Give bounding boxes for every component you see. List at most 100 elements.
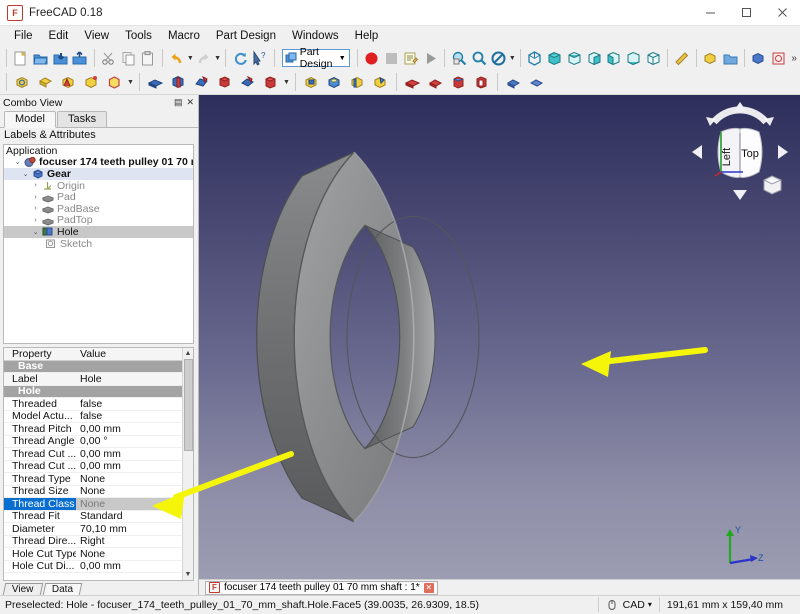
copy-icon[interactable] — [119, 48, 137, 69]
save-document-icon[interactable] — [51, 48, 69, 69]
property-row-thread-cut-offset[interactable]: Thread Cut ... 0,00 mm — [4, 448, 193, 461]
open-document-icon[interactable] — [32, 48, 50, 69]
minimize-button[interactable] — [692, 0, 728, 26]
property-value[interactable]: 70,10 mm — [76, 523, 193, 535]
tab-model[interactable]: Model — [4, 111, 56, 128]
property-value[interactable]: None — [76, 473, 193, 485]
create-body-icon[interactable] — [750, 48, 768, 69]
left-view-icon[interactable] — [644, 48, 662, 69]
workbench-selector[interactable]: Part Design ▼ — [281, 46, 350, 70]
property-row-model-actual[interactable]: Model Actu... false — [4, 410, 193, 423]
pad-icon[interactable] — [145, 72, 166, 93]
sketch-yellow-1-icon[interactable] — [12, 72, 33, 93]
property-scrollbar[interactable]: ▲ ▼ — [182, 348, 193, 580]
sketch-dropdown-icon[interactable]: ▼ — [126, 72, 135, 92]
property-row-hole-cut-type[interactable]: Hole Cut Type None — [4, 548, 193, 561]
new-document-icon[interactable] — [12, 48, 30, 69]
linear-pattern-icon[interactable] — [526, 72, 547, 93]
property-row-thread-class[interactable]: Thread Class None — [4, 497, 193, 511]
property-value[interactable]: None — [76, 498, 193, 510]
tab-view[interactable]: View — [2, 583, 43, 595]
property-row-thread-cut-depth[interactable]: Thread Cut ... 0,00 mm — [4, 460, 193, 473]
property-row-label[interactable]: Label Hole — [4, 373, 193, 386]
cut-icon[interactable] — [100, 48, 118, 69]
property-value[interactable]: None — [76, 548, 193, 560]
additive-pipe-icon[interactable] — [214, 72, 235, 93]
tree-item-document[interactable]: ⌄ focuser 174 teeth pulley 01 70 mm shaf… — [4, 156, 193, 168]
property-row-diameter[interactable]: Diameter 70,10 mm — [4, 523, 193, 536]
property-value[interactable]: false — [76, 398, 193, 410]
document-tab[interactable]: F focuser 174 teeth pulley 01 70 mm shaf… — [205, 580, 438, 595]
sketch-yellow-3-icon[interactable] — [58, 72, 79, 93]
fillet-icon[interactable] — [402, 72, 423, 93]
tab-tasks[interactable]: Tasks — [56, 111, 108, 127]
scroll-up-icon[interactable]: ▲ — [183, 348, 194, 359]
tree-item-pad[interactable]: › Pad — [4, 191, 193, 203]
property-row-thread-pitch[interactable]: Thread Pitch 0,00 mm — [4, 423, 193, 436]
whats-this-icon[interactable]: ? — [251, 48, 269, 69]
property-value[interactable]: None — [76, 485, 193, 497]
close-icon[interactable]: ✕ — [423, 582, 434, 593]
chevron-right-icon[interactable]: › — [30, 217, 41, 224]
bottom-view-icon[interactable] — [625, 48, 643, 69]
draft-icon[interactable] — [448, 72, 469, 93]
rear-view-icon[interactable] — [605, 48, 623, 69]
macro-edit-icon[interactable] — [402, 48, 420, 69]
undock-icon[interactable]: ▤ — [174, 97, 183, 108]
property-editor[interactable]: Property Value Base Label Hole Hole Thre… — [3, 347, 194, 581]
additive-loft-icon[interactable] — [191, 72, 212, 93]
property-row-thread-fit[interactable]: Thread Fit Standard — [4, 510, 193, 523]
maximize-button[interactable] — [728, 0, 764, 26]
front-view-icon[interactable] — [546, 48, 564, 69]
paste-icon[interactable] — [139, 48, 157, 69]
right-view-icon[interactable] — [585, 48, 603, 69]
axonometric-icon[interactable] — [526, 48, 544, 69]
property-row-hole-cut-diameter[interactable]: Hole Cut Di... 0,00 mm — [4, 560, 193, 573]
chevron-down-icon[interactable]: ⌄ — [30, 228, 41, 236]
chevron-right-icon[interactable]: › — [30, 182, 41, 189]
scrollbar-thumb[interactable] — [183, 359, 193, 451]
thickness-icon[interactable] — [471, 72, 492, 93]
property-row-thread-direction[interactable]: Thread Dire... Right — [4, 535, 193, 548]
tree-item-padbase[interactable]: › PadBase — [4, 203, 193, 215]
menu-windows[interactable]: Windows — [284, 28, 347, 44]
revolution-icon[interactable] — [168, 72, 189, 93]
hole-icon[interactable] — [324, 72, 345, 93]
tree-item-padtop[interactable]: › PadTop — [4, 214, 193, 226]
menu-part-design[interactable]: Part Design — [208, 28, 284, 44]
navigation-cube[interactable]: Left Top — [688, 100, 792, 204]
3d-viewport[interactable]: Left Top Y Z — [199, 95, 800, 579]
property-value[interactable]: 0,00 ° — [76, 435, 193, 447]
chevron-down-icon[interactable]: ⌄ — [20, 170, 31, 178]
undo-icon[interactable] — [168, 48, 186, 69]
menu-help[interactable]: Help — [347, 28, 387, 44]
macro-stop-icon[interactable] — [382, 48, 400, 69]
menu-edit[interactable]: Edit — [41, 28, 77, 44]
sketch-yellow-2-icon[interactable] — [35, 72, 56, 93]
property-value[interactable]: 0,00 mm — [76, 423, 193, 435]
close-button[interactable] — [764, 0, 800, 26]
pocket-icon[interactable] — [301, 72, 322, 93]
property-value[interactable]: false — [76, 410, 193, 422]
save-as-icon[interactable] — [71, 48, 89, 69]
zoom-box-icon[interactable] — [470, 48, 488, 69]
hole-bore-face[interactable] — [364, 224, 436, 450]
property-row-thread-angle[interactable]: Thread Angle 0,00 ° — [4, 435, 193, 448]
macro-execute-icon[interactable] — [422, 48, 440, 69]
property-value[interactable]: 0,00 mm — [76, 448, 193, 460]
measure-icon[interactable] — [673, 48, 691, 69]
group-folder-icon[interactable] — [721, 48, 739, 69]
sketch-yellow-4-icon[interactable] — [81, 72, 102, 93]
tree-item-application[interactable]: Application — [4, 145, 193, 157]
tree-item-hole[interactable]: ⌄ Hole — [4, 226, 193, 238]
menu-view[interactable]: View — [76, 28, 117, 44]
tree-item-gear[interactable]: ⌄ Gear — [4, 168, 193, 180]
scroll-down-icon[interactable]: ▼ — [183, 569, 194, 580]
draw-style-dropdown-icon[interactable]: ▼ — [509, 48, 517, 68]
chevron-down-icon[interactable]: ⌄ — [12, 158, 23, 166]
additive-helix-icon[interactable] — [237, 72, 258, 93]
chevron-down-icon[interactable]: ▾ — [648, 600, 652, 609]
menu-tools[interactable]: Tools — [117, 28, 160, 44]
tab-data[interactable]: Data — [42, 583, 82, 595]
top-view-icon[interactable] — [566, 48, 584, 69]
